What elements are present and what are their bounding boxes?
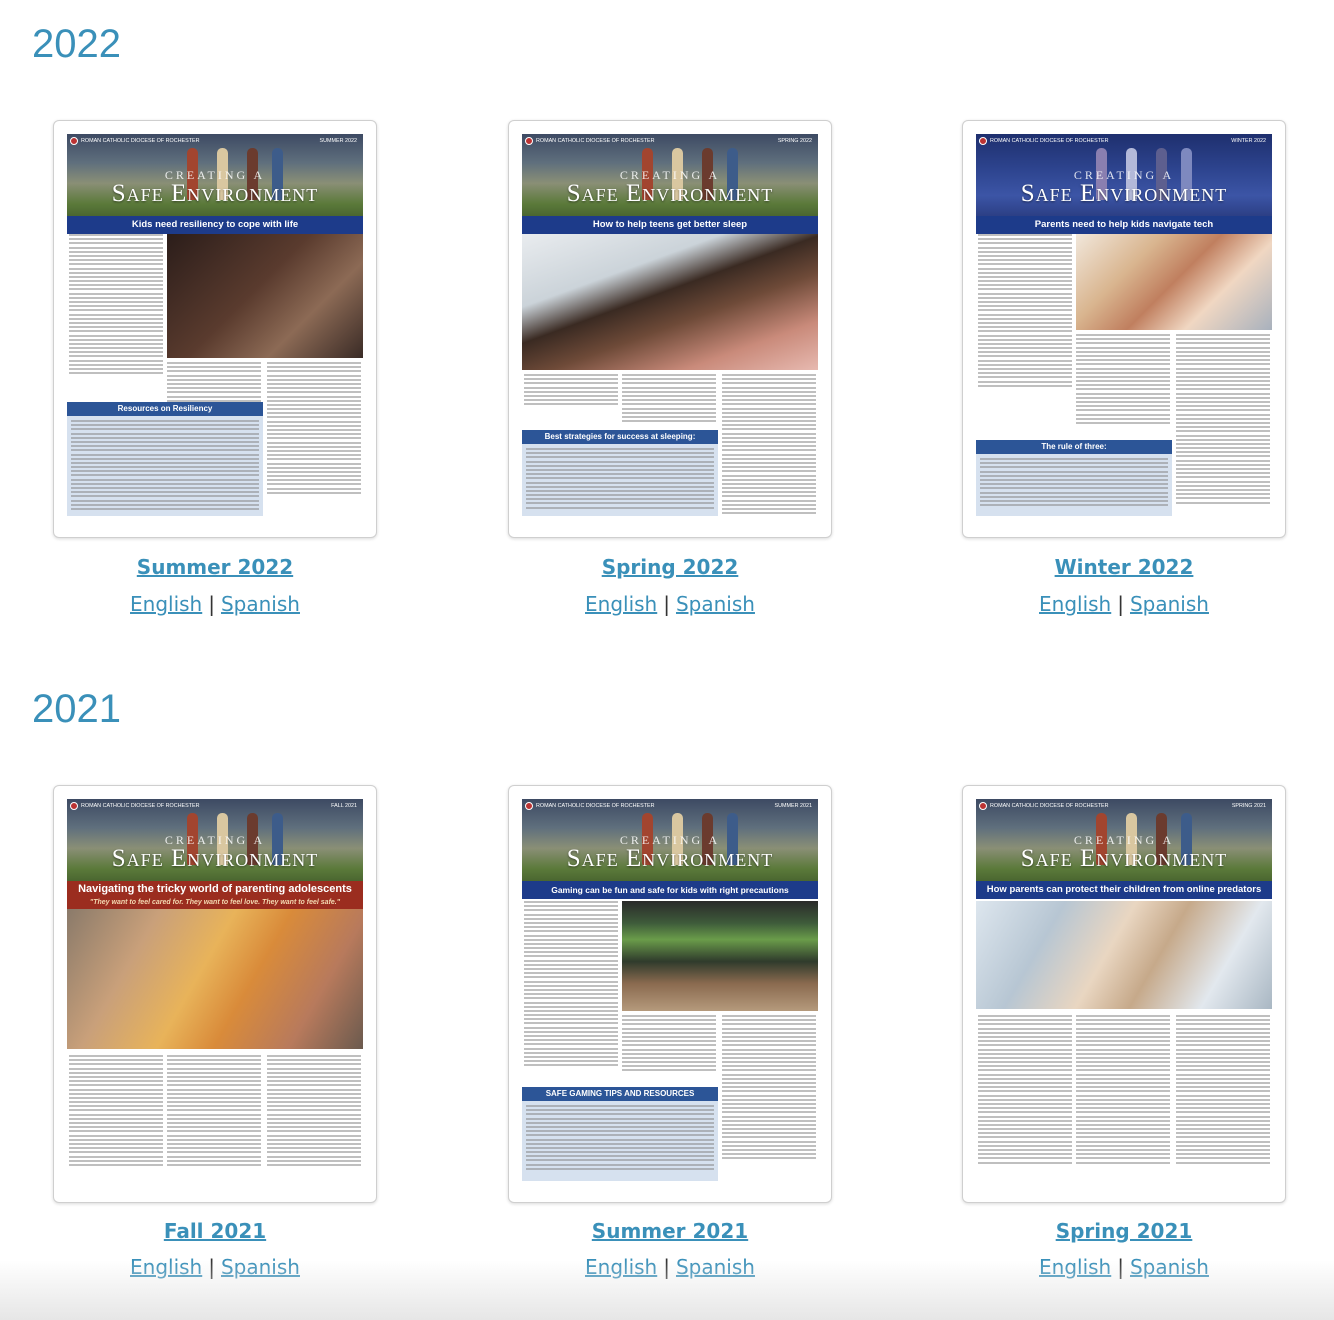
cover-headline: Navigating the tricky world of parenting…	[67, 881, 363, 909]
newsletter-cover-winter-2022[interactable]: ROMAN CATHOLIC DIOCESE OF ROCHESTER WINT…	[962, 120, 1286, 538]
sidebar-box: The rule of three:	[976, 440, 1172, 516]
newsletter-cover-spring-2021[interactable]: ROMAN CATHOLIC DIOCESE OF ROCHESTER SPRI…	[962, 785, 1286, 1203]
masthead: ROMAN CATHOLIC DIOCESE OF ROCHESTER SPRI…	[976, 799, 1272, 881]
spanish-link[interactable]: Spanish	[221, 592, 300, 616]
year-heading-2021: 2021	[32, 687, 121, 731]
cover-headline: Kids need resiliency to cope with life	[67, 216, 363, 234]
separator: |	[663, 592, 670, 616]
cover-headline: How parents can protect their children f…	[976, 881, 1272, 899]
diocese-crest-icon	[525, 137, 533, 145]
masthead: ROMAN CATHOLIC DIOCESE OF ROCHESTER WINT…	[976, 134, 1272, 216]
cover-photo	[976, 901, 1272, 1009]
issue-link-summer-2022[interactable]: Summer 2022	[53, 555, 377, 579]
cover-subheadline: "They want to feel cared for. They want …	[89, 899, 341, 906]
separator: |	[1117, 592, 1124, 616]
diocese-crest-icon	[70, 137, 78, 145]
bottom-fade	[0, 1260, 1334, 1320]
issue-link-winter-2022[interactable]: Winter 2022	[962, 555, 1286, 579]
cover-photo	[522, 234, 818, 370]
cover-headline: Gaming can be fun and safe for kids with…	[522, 881, 818, 899]
issue-link-spring-2021[interactable]: Spring 2021	[962, 1219, 1286, 1243]
language-links-winter-2022: English | Spanish	[962, 592, 1286, 616]
english-link[interactable]: English	[130, 592, 202, 616]
issue-link-fall-2021[interactable]: Fall 2021	[53, 1219, 377, 1243]
masthead: ROMAN CATHOLIC DIOCESE OF ROCHESTER FALL…	[67, 799, 363, 881]
newsletter-cover-spring-2022[interactable]: ROMAN CATHOLIC DIOCESE OF ROCHESTER SPRI…	[508, 120, 832, 538]
diocese-crest-icon	[70, 802, 78, 810]
cover-photo	[1076, 234, 1272, 330]
separator: |	[208, 592, 215, 616]
cover-image: ROMAN CATHOLIC DIOCESE OF ROCHESTER SUMM…	[67, 134, 363, 526]
cover-headline: Parents need to help kids navigate tech	[976, 216, 1272, 234]
cover-image: ROMAN CATHOLIC DIOCESE OF ROCHESTER WINT…	[976, 134, 1272, 526]
newsletter-cover-summer-2022[interactable]: ROMAN CATHOLIC DIOCESE OF ROCHESTER SUMM…	[53, 120, 377, 538]
english-link[interactable]: English	[585, 592, 657, 616]
cover-image: ROMAN CATHOLIC DIOCESE OF ROCHESTER FALL…	[67, 799, 363, 1191]
newsletter-cover-summer-2021[interactable]: ROMAN CATHOLIC DIOCESE OF ROCHESTER SUMM…	[508, 785, 832, 1203]
sidebar-box: SAFE GAMING TIPS AND RESOURCES	[522, 1087, 718, 1181]
spanish-link[interactable]: Spanish	[1130, 592, 1209, 616]
cover-image: ROMAN CATHOLIC DIOCESE OF ROCHESTER SPRI…	[976, 799, 1272, 1191]
sidebar-box: Best strategies for success at sleeping:	[522, 430, 718, 516]
year-heading-2022: 2022	[32, 22, 121, 66]
cover-photo	[622, 901, 818, 1011]
diocese-crest-icon	[979, 137, 987, 145]
newsletter-cover-fall-2021[interactable]: ROMAN CATHOLIC DIOCESE OF ROCHESTER FALL…	[53, 785, 377, 1203]
cover-photo	[67, 909, 363, 1049]
diocese-crest-icon	[525, 802, 533, 810]
english-link[interactable]: English	[1039, 592, 1111, 616]
cover-image: ROMAN CATHOLIC DIOCESE OF ROCHESTER SPRI…	[522, 134, 818, 526]
masthead: ROMAN CATHOLIC DIOCESE OF ROCHESTER SPRI…	[522, 134, 818, 216]
cover-photo	[167, 234, 363, 358]
issue-link-spring-2022[interactable]: Spring 2022	[508, 555, 832, 579]
cover-image: ROMAN CATHOLIC DIOCESE OF ROCHESTER SUMM…	[522, 799, 818, 1191]
masthead: ROMAN CATHOLIC DIOCESE OF ROCHESTER SUMM…	[67, 134, 363, 216]
cover-headline: How to help teens get better sleep	[522, 216, 818, 234]
diocese-crest-icon	[979, 802, 987, 810]
sidebar-box: Resources on Resiliency	[67, 402, 263, 516]
language-links-spring-2022: English | Spanish	[508, 592, 832, 616]
spanish-link[interactable]: Spanish	[676, 592, 755, 616]
masthead: ROMAN CATHOLIC DIOCESE OF ROCHESTER SUMM…	[522, 799, 818, 881]
language-links-summer-2022: English | Spanish	[53, 592, 377, 616]
issue-link-summer-2021[interactable]: Summer 2021	[508, 1219, 832, 1243]
